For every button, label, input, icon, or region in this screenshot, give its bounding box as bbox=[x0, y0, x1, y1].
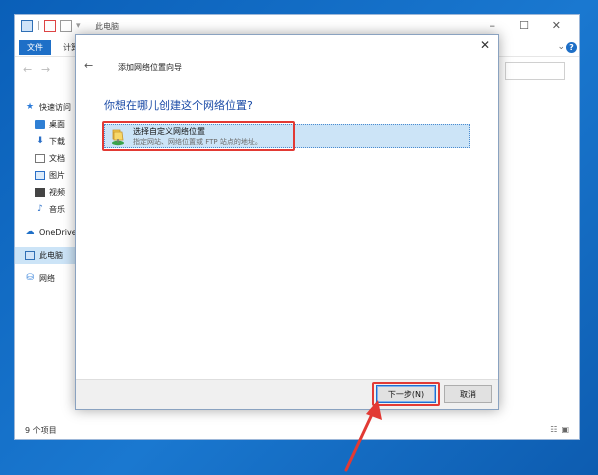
network-icon: ⛁ bbox=[26, 273, 34, 283]
network-folder-icon bbox=[112, 129, 124, 146]
dialog-title: 添加网络位置向导 bbox=[118, 63, 182, 72]
sidebar-item-label: 图片 bbox=[49, 171, 65, 180]
file-tab[interactable]: 文件 bbox=[19, 40, 51, 55]
computer-icon bbox=[21, 20, 33, 32]
dialog-footer: 下一步(N) 取消 bbox=[76, 379, 498, 409]
details-view-icon[interactable]: ☷ bbox=[550, 425, 557, 434]
close-icon[interactable]: ✕ bbox=[480, 38, 490, 52]
item-count: 9 个项目 bbox=[25, 426, 57, 435]
window-title: 此电脑 bbox=[95, 22, 119, 31]
sidebar-item-music[interactable]: ♪ 音乐 bbox=[15, 201, 77, 218]
option-label: 选择自定义网络位置 bbox=[133, 127, 205, 136]
pictures-icon bbox=[35, 171, 45, 180]
navigation-pane: ★ 快速访问 桌面 ⬇ 下载 文档 图片 视频 ♪ 音乐 ☁ OneDrive … bbox=[15, 99, 77, 287]
sidebar-item-label: 音乐 bbox=[49, 205, 65, 214]
cancel-button[interactable]: 取消 bbox=[444, 385, 492, 403]
back-arrow-icon[interactable]: ← bbox=[84, 59, 93, 72]
desktop-icon bbox=[35, 120, 45, 129]
back-arrow-icon[interactable]: ← bbox=[23, 63, 32, 76]
sidebar-item-label: 下载 bbox=[49, 137, 65, 146]
sidebar-item-label: 网络 bbox=[39, 274, 55, 283]
sidebar-item-documents[interactable]: 文档 bbox=[15, 150, 77, 167]
sidebar-item-label: 此电脑 bbox=[39, 251, 63, 260]
sidebar-item-label: 桌面 bbox=[49, 120, 65, 129]
cloud-icon: ☁ bbox=[25, 227, 35, 237]
search-box[interactable] bbox=[505, 62, 565, 80]
sidebar-item-pictures[interactable]: 图片 bbox=[15, 167, 77, 184]
minimize-button[interactable]: – bbox=[490, 19, 496, 32]
view-toggles: ☷ ▣ bbox=[550, 425, 569, 434]
quick-access-toolbar: | ▾ bbox=[21, 20, 81, 32]
sidebar-item-desktop[interactable]: 桌面 bbox=[15, 116, 77, 133]
music-icon: ♪ bbox=[37, 204, 43, 214]
dropdown-icon[interactable]: ▾ bbox=[76, 21, 81, 31]
computer-icon bbox=[25, 251, 35, 260]
sidebar-item-videos[interactable]: 视频 bbox=[15, 184, 77, 201]
add-network-location-wizard: ✕ ← 添加网络位置向导 你想在哪儿创建这个网络位置? 选择自定义网络位置 指定… bbox=[75, 34, 499, 410]
annotation-arrow-icon bbox=[344, 400, 382, 472]
sidebar-item-downloads[interactable]: ⬇ 下载 bbox=[15, 133, 77, 150]
sidebar-item-network[interactable]: ⛁ 网络 bbox=[15, 270, 77, 287]
custom-network-location-option[interactable]: 选择自定义网络位置 指定网站、网络位置或 FTP 站点的地址。 bbox=[104, 124, 470, 148]
sidebar-item-quick-access[interactable]: ★ 快速访问 bbox=[15, 99, 77, 116]
video-icon bbox=[35, 188, 45, 197]
maximize-button[interactable]: ☐ bbox=[519, 19, 529, 32]
sidebar-item-onedrive[interactable]: ☁ OneDrive bbox=[15, 224, 77, 241]
page-heading: 你想在哪儿创建这个网络位置? bbox=[104, 99, 253, 112]
status-bar: 9 个项目 ☷ ▣ bbox=[15, 421, 579, 439]
forward-arrow-icon[interactable]: → bbox=[41, 63, 50, 76]
document-icon bbox=[35, 154, 45, 163]
option-description: 指定网站、网络位置或 FTP 站点的地址。 bbox=[133, 138, 262, 146]
sidebar-item-label: 快速访问 bbox=[39, 103, 71, 112]
large-icons-view-icon[interactable]: ▣ bbox=[561, 425, 569, 434]
help-icon[interactable]: ? bbox=[566, 42, 577, 53]
expand-ribbon-icon[interactable]: ⌄ bbox=[557, 42, 565, 52]
new-folder-icon[interactable] bbox=[60, 20, 73, 32]
download-icon: ⬇ bbox=[36, 136, 44, 146]
star-icon: ★ bbox=[25, 102, 35, 112]
close-button[interactable]: ✕ bbox=[552, 19, 561, 32]
sidebar-item-this-pc[interactable]: 此电脑 bbox=[15, 247, 77, 264]
sidebar-item-label: 文档 bbox=[49, 154, 65, 163]
sidebar-item-label: OneDrive bbox=[39, 228, 77, 237]
properties-icon[interactable] bbox=[44, 20, 57, 32]
sidebar-item-label: 视频 bbox=[49, 188, 65, 197]
